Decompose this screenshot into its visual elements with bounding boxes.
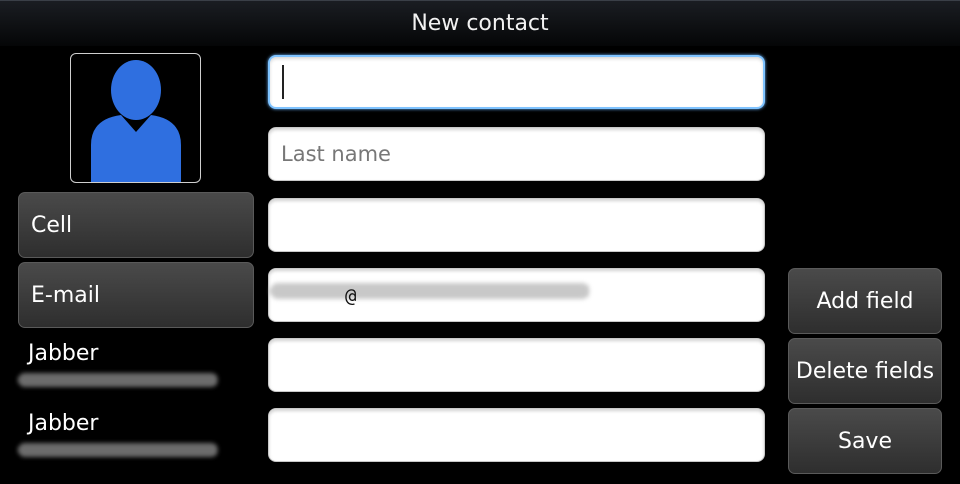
add-field-button[interactable]: Add field <box>788 268 942 334</box>
title-bar: New contact <box>0 0 960 46</box>
delete-fields-button[interactable]: Delete fields <box>788 338 942 404</box>
jabber-label: Jabber <box>28 341 99 366</box>
email-at-sign: @ <box>345 285 357 307</box>
text-caret <box>282 65 284 99</box>
first-name-field[interactable] <box>268 55 765 109</box>
redacted-account <box>18 443 218 457</box>
save-button[interactable]: Save <box>788 408 942 474</box>
redacted-email <box>270 283 590 299</box>
last-name-field[interactable]: Last name <box>268 127 765 181</box>
last-name-placeholder: Last name <box>281 142 391 166</box>
email-label-button[interactable]: E-mail <box>18 262 254 328</box>
jabber-field-1[interactable] <box>268 338 765 392</box>
cell-field[interactable] <box>268 198 765 252</box>
cell-label-button[interactable]: Cell <box>18 192 254 258</box>
avatar[interactable] <box>70 53 201 183</box>
jabber-field-2[interactable] <box>268 408 765 462</box>
redacted-account <box>18 373 218 387</box>
jabber-label: Jabber <box>28 411 99 436</box>
page-title: New contact <box>411 11 549 36</box>
person-silhouette-icon <box>90 60 181 182</box>
